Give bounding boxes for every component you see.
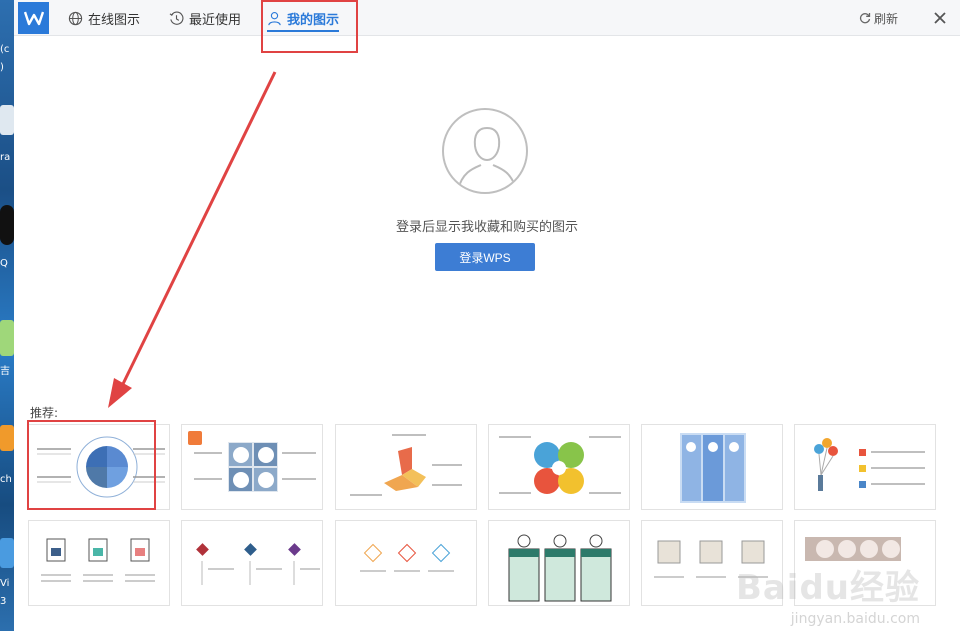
diagram-window: 在线图示 最近使用 我的图示 刷新 登录后显示我收藏和购买的图示 登录WPS 推… (14, 0, 960, 631)
tab-recent[interactable]: 最近使用 (169, 0, 241, 36)
refresh-icon (859, 13, 871, 24)
wps-logo-icon (18, 2, 49, 34)
desktop-icon[interactable] (0, 538, 14, 568)
desktop-label: 3 (0, 596, 7, 607)
watermark: Baidu经验 (735, 568, 920, 608)
refresh-button[interactable]: 刷新 (859, 0, 898, 36)
template-thumbnail-balloons[interactable] (794, 424, 936, 510)
desktop-label: Q (0, 258, 8, 269)
refresh-label: 刷新 (873, 11, 898, 26)
login-message: 登录后显示我收藏和购买的图示 (395, 220, 578, 235)
thumbnail-highlight-box (27, 420, 156, 510)
template-thumbnail-four-petals[interactable] (488, 424, 630, 510)
avatar-placeholder (442, 108, 528, 194)
login-wps-button[interactable]: 登录WPS (435, 243, 535, 271)
recommended-label: 推荐: (30, 406, 59, 420)
desktop-label: Vi (0, 578, 10, 589)
template-thumbnail-diamond-steps[interactable] (181, 520, 323, 606)
template-thumbnail-three-boxes[interactable] (28, 520, 170, 606)
desktop-label: 吉 (0, 366, 10, 377)
globe-icon (68, 11, 83, 25)
qq-icon[interactable] (0, 205, 14, 245)
tab-online-diagrams[interactable]: 在线图示 (68, 0, 140, 36)
desktop-background: (c ) ra Q 吉 ch Vi 3 (0, 0, 14, 631)
template-thumbnail-teal-columns[interactable] (488, 520, 630, 606)
desktop-label: ) (0, 62, 4, 73)
desktop-label: ch (0, 474, 12, 485)
desktop-label: ra (0, 152, 11, 163)
tab-bar: 在线图示 最近使用 我的图示 刷新 (14, 0, 960, 36)
tab-label: 在线图示 (88, 12, 141, 28)
clock-icon (169, 11, 184, 25)
desktop-label: (c (0, 44, 10, 55)
tab-highlight-box (261, 0, 358, 53)
tab-label: 最近使用 (189, 12, 242, 28)
desktop-icon[interactable] (0, 105, 14, 135)
template-thumbnail-three-columns[interactable] (641, 424, 783, 510)
close-icon (934, 12, 946, 24)
user-silhouette-icon (457, 126, 517, 191)
template-thumbnail-triangle[interactable] (335, 424, 477, 510)
template-thumbnail-swot-grid[interactable] (181, 424, 323, 510)
close-button[interactable] (930, 8, 950, 28)
desktop-icon[interactable] (0, 425, 14, 451)
desktop-icon[interactable] (0, 320, 14, 356)
watermark-url: jingyan.baidu.com (790, 611, 920, 627)
template-thumbnail-three-diamonds[interactable] (335, 520, 477, 606)
